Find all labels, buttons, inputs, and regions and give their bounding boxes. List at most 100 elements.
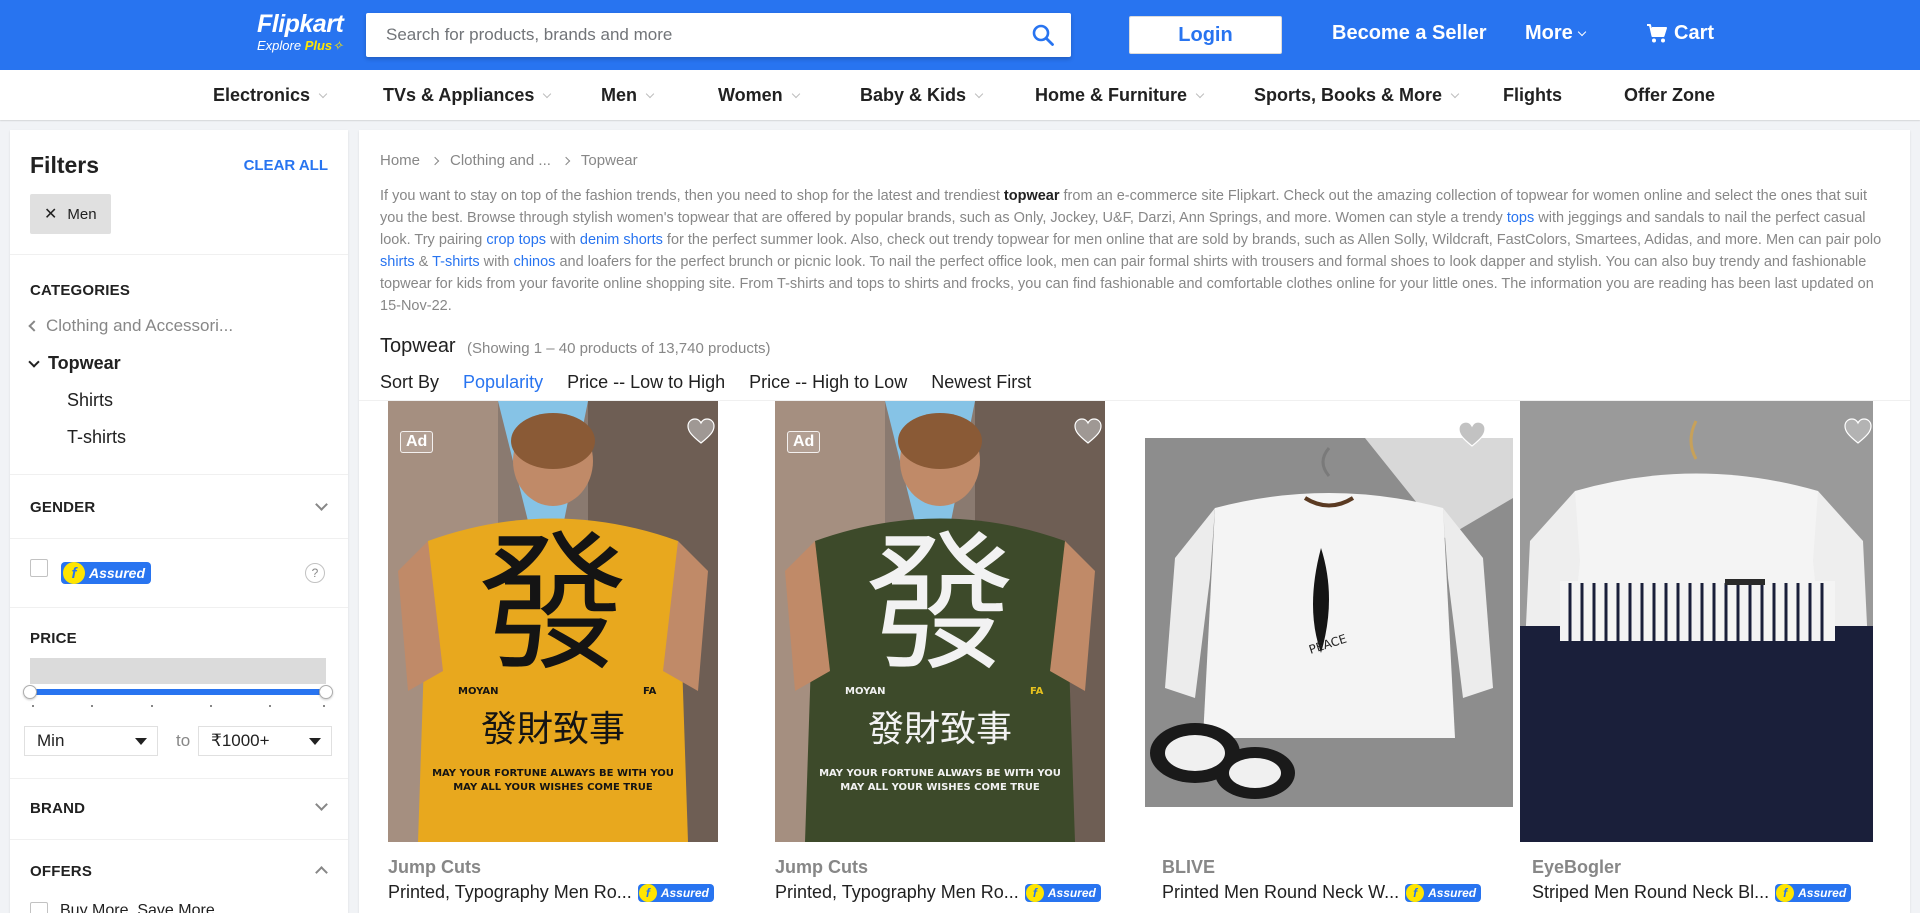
chevron-down-icon [1450,89,1460,98]
product-card[interactable]: EyeBogler Striped Men Round Neck Bl... f A… [1520,401,1910,913]
nav-baby-kids[interactable]: Baby & Kids [860,85,984,106]
chevron-down-icon[interactable] [315,498,328,511]
close-icon[interactable]: ✕ [44,204,57,224]
filters-sidebar: Filters CLEAR ALL ✕ Men CATEGORIES Cloth… [10,130,348,913]
svg-text:MAY YOUR FORTUNE ALWAYS BE WIT: MAY YOUR FORTUNE ALWAYS BE WITH YOU [819,768,1061,779]
flipkart-f-icon: f [63,562,85,584]
link-crop-tops[interactable]: crop tops [486,232,546,248]
caret-down-icon [309,738,321,745]
main-content: Home Clothing and ... Topwear If you wan… [359,130,1910,913]
price-title: PRICE [30,630,77,647]
price-to-label: to [176,731,191,750]
nav-flights[interactable]: Flights [1503,85,1562,106]
product-card[interactable]: PEACE BLIVE Printed Men Round Neck W... f… [1133,401,1513,913]
price-min-select[interactable]: Min [24,726,158,756]
slider-tick [151,705,153,707]
brand-title: BRAND [30,800,86,817]
cart-icon [1647,23,1667,42]
wishlist-heart-icon[interactable] [686,417,716,445]
product-card[interactable]: 發 發財致事 MOYAN FA MAY YOUR FORTUNE ALWAYS … [746,401,1126,913]
category-nav: Electronics TVs & Appliances Men Women B… [0,70,1920,120]
subcategory-tshirts[interactable]: T-shirts [67,427,126,448]
breadcrumb-home[interactable]: Home [380,152,420,169]
price-max-handle[interactable] [319,685,333,699]
product-image[interactable]: PEACE [1145,438,1513,807]
svg-text:FA: FA [1030,686,1044,697]
price-slider-track[interactable] [30,689,326,695]
chevron-down-icon[interactable] [315,798,328,811]
assured-checkbox[interactable] [30,559,48,577]
product-name[interactable]: Printed, Typography Men Ro... f Assured [388,882,714,903]
nav-home-furniture[interactable]: Home & Furniture [1035,85,1205,106]
product-image[interactable]: 發 發財致事 MOYAN FA MAY YOUR FORTUNE ALWAYS … [388,401,718,842]
slider-tick [269,705,271,707]
svg-text:MAY ALL YOUR WISHES COME TRUE: MAY ALL YOUR WISHES COME TRUE [453,782,653,793]
category-parent-link[interactable]: Clothing and Accessori... [28,316,233,336]
sort-popularity[interactable]: Popularity [463,372,544,403]
assured-badge: f Assured [1775,883,1852,902]
nav-women[interactable]: Women [718,85,800,106]
chevron-down-icon [974,89,984,98]
clear-all-button[interactable]: CLEAR ALL [244,157,328,174]
flipkart-f-icon: f [1776,883,1795,902]
nav-tvs-appliances[interactable]: TVs & Appliances [383,85,552,106]
chevron-right-icon [561,156,571,165]
search-input[interactable] [366,13,1006,57]
become-seller-link[interactable]: Become a Seller [1332,22,1487,45]
more-menu[interactable]: More [1525,22,1587,45]
product-photo: 發 發財致事 MOYAN FA MAY YOUR FORTUNE ALWAYS … [775,401,1105,842]
caret-down-icon [135,738,147,745]
product-card[interactable]: 發 發財致事 MOYAN FA MAY YOUR FORTUNE ALWAYS … [359,401,739,913]
ad-badge: Ad [787,431,821,453]
nav-offer-zone[interactable]: Offer Zone [1624,85,1715,106]
price-min-handle[interactable] [23,685,37,699]
nav-electronics[interactable]: Electronics [213,85,328,106]
chevron-down-icon [791,89,800,98]
link-tshirts[interactable]: T-shirts [432,254,480,270]
nav-men[interactable]: Men [601,85,655,106]
search-bar [366,13,1071,57]
flipkart-f-icon: f [1406,883,1425,902]
svg-text:MAY ALL YOUR WISHES COME TRUE: MAY ALL YOUR WISHES COME TRUE [840,782,1040,793]
price-max-select[interactable]: ₹1000+ [198,726,332,756]
category-current[interactable]: Topwear [28,353,121,374]
link-tops[interactable]: tops [1507,210,1534,226]
slider-tick [323,705,325,707]
link-shirts[interactable]: shirts [380,254,415,270]
product-image[interactable]: 發 發財致事 MOYAN FA MAY YOUR FORTUNE ALWAYS … [775,401,1105,842]
product-name[interactable]: Printed Men Round Neck W... f Assured [1162,882,1482,903]
ad-badge: Ad [400,431,434,453]
cart-link[interactable]: Cart [1646,22,1714,45]
offer-option-label[interactable]: Buy More, Save More [60,902,215,913]
product-photo: 發 發財致事 MOYAN FA MAY YOUR FORTUNE ALWAYS … [388,401,718,842]
search-icon[interactable] [1031,23,1055,47]
divider [10,538,348,539]
offer-checkbox[interactable] [30,902,48,913]
sort-price-low-high[interactable]: Price -- Low to High [567,372,725,403]
assured-badge: f Assured [61,562,152,584]
sort-price-high-low[interactable]: Price -- High to Low [749,372,907,403]
product-photo [1520,401,1873,842]
chevron-down-icon [645,89,655,98]
breadcrumb-clothing[interactable]: Clothing and ... [450,152,551,169]
link-denim-shorts[interactable]: denim shorts [580,232,663,248]
product-name[interactable]: Printed, Typography Men Ro... f Assured [775,882,1101,903]
help-icon[interactable]: ? [305,563,325,583]
applied-filter-chip[interactable]: ✕ Men [30,194,111,234]
chevron-up-icon[interactable] [315,866,328,879]
wishlist-heart-icon[interactable] [1457,420,1487,448]
product-image[interactable] [1520,401,1873,842]
top-header: Flipkart Explore Plus✧ Login Become a Se… [0,0,1920,70]
subcategory-shirts[interactable]: Shirts [67,390,113,411]
flipkart-f-icon: f [1025,883,1044,902]
gender-title: GENDER [30,499,96,516]
flipkart-logo[interactable]: Flipkart Explore Plus✧ [257,11,344,54]
product-name[interactable]: Striped Men Round Neck Bl... f Assured [1532,882,1852,903]
svg-text:發財致事: 發財致事 [868,709,1012,750]
nav-sports-books[interactable]: Sports, Books & More [1254,85,1460,106]
wishlist-heart-icon[interactable] [1843,417,1873,445]
link-chinos[interactable]: chinos [514,254,556,270]
wishlist-heart-icon[interactable] [1073,417,1103,445]
login-button[interactable]: Login [1129,16,1282,54]
sort-newest[interactable]: Newest First [931,372,1031,403]
